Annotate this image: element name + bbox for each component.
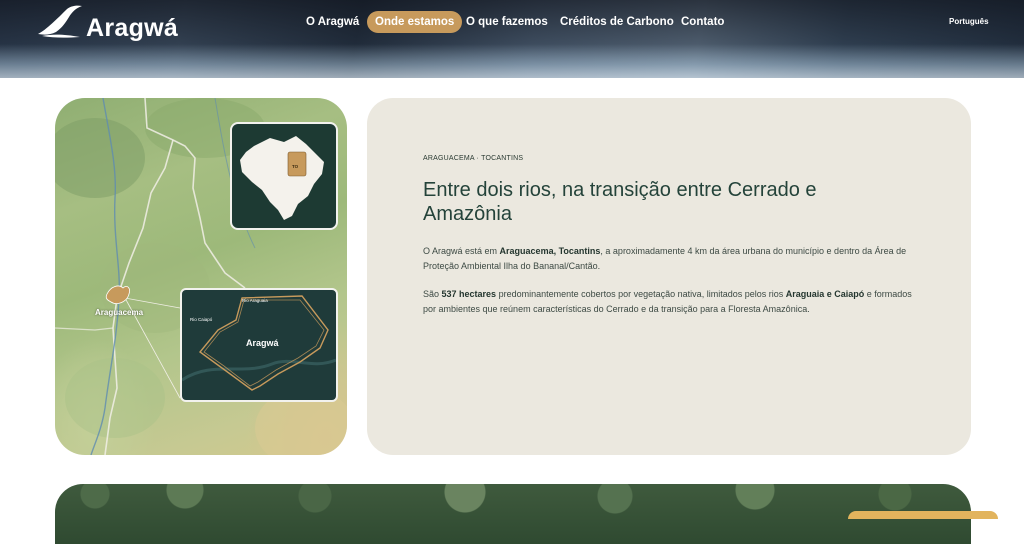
state-badge: TO: [292, 164, 299, 169]
river-label-araguaia: Rio Araguaia: [242, 298, 268, 303]
paragraph-bold: Araguaia e Caiapó: [785, 289, 865, 299]
section-headline: Entre dois rios, na transição entre Cerr…: [423, 179, 817, 225]
floating-action-tab[interactable]: [848, 511, 998, 519]
paragraph-bold: Araguacema, Tocantins: [499, 246, 601, 256]
site-header: Aragwá O Aragwá Onde estamos O que fazem…: [0, 0, 1024, 78]
paragraph-area: São 537 hectares predominantemente cober…: [423, 287, 923, 317]
paragraph-text: São: [423, 289, 442, 299]
local-inset-map: Rio Araguaia Rio Caiapó Aragwá: [180, 288, 338, 402]
paragraph-location: O Aragwá está em Araguacema, Tocantins, …: [423, 244, 923, 274]
brazil-inset-map: TO: [230, 122, 338, 230]
nav-item-contato[interactable]: Contato: [681, 11, 724, 33]
nav-item-creditos-de-carbono[interactable]: Créditos de Carbono: [560, 11, 674, 33]
paragraph-text: O Aragwá está em: [423, 246, 500, 256]
property-label: Aragwá: [246, 338, 279, 348]
paragraph-bold: 537 hectares: [441, 289, 497, 299]
main-nav: O Aragwá Onde estamos O que fazemos Créd…: [0, 11, 1024, 33]
river-label-caiapo: Rio Caiapó: [190, 317, 213, 322]
map-city-label: Araguacema: [95, 308, 144, 317]
nav-item-o-aragwa[interactable]: O Aragwá: [306, 11, 359, 33]
section-eyebrow: ARAGUACEMA · TOCANTINS: [423, 155, 524, 162]
location-info-card: ARAGUACEMA · TOCANTINS Entre dois rios, …: [367, 98, 971, 455]
nav-item-o-que-fazemos[interactable]: O que fazemos: [466, 11, 548, 33]
forest-banner-image: [55, 484, 971, 544]
brazil-outline-icon: [240, 136, 324, 220]
nav-item-onde-estamos[interactable]: Onde estamos: [367, 11, 463, 33]
paragraph-text: predominantemente cobertos por vegetação…: [496, 289, 786, 299]
location-map: Araguacema TO Rio Araguaia Rio Caiapó Ar…: [55, 98, 347, 455]
language-selector[interactable]: Português: [949, 17, 989, 26]
